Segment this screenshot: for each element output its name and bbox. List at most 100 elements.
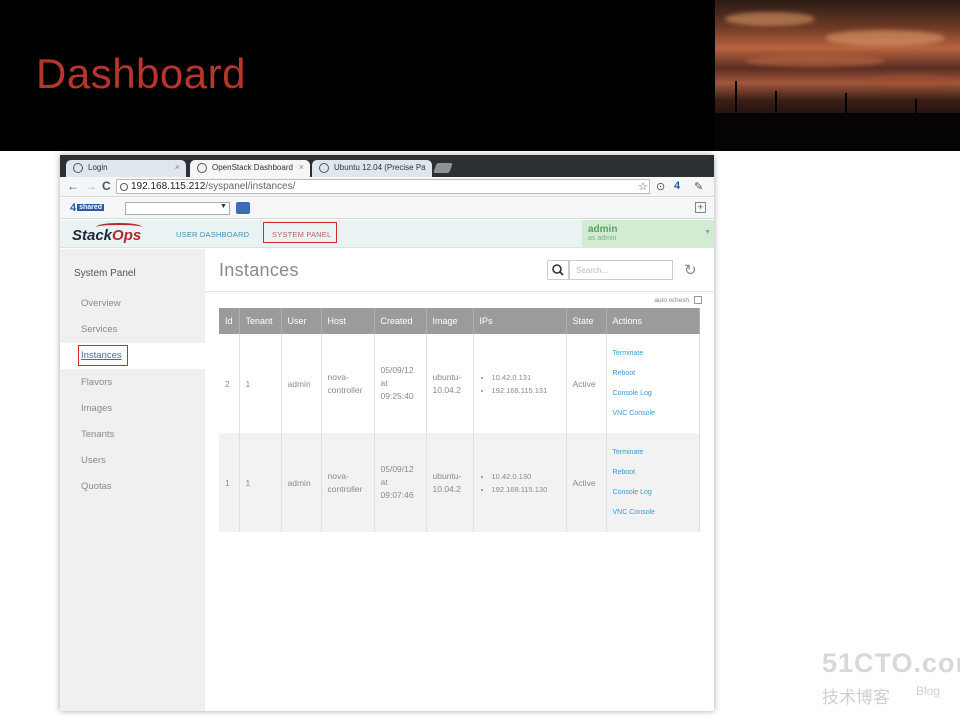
page-icon (120, 183, 128, 191)
tab-label: Login (88, 163, 108, 172)
chevron-down-icon[interactable]: ▼ (220, 203, 227, 210)
tab-label: OpenStack Dashboard (212, 163, 293, 172)
cell-tenant: 1 (239, 433, 282, 532)
ip-address: 192.168.115.131 (492, 384, 560, 397)
column-header[interactable]: Host (321, 308, 375, 334)
url-field[interactable]: 192.168.115.212/syspanel/instances/ (116, 179, 650, 194)
tab-bar: Login × OpenStack Dashboard × Ubuntu 12.… (60, 155, 714, 177)
search-button[interactable] (547, 260, 569, 280)
tab-openstack-dashboard[interactable]: OpenStack Dashboard × (190, 160, 310, 177)
extension-toolbar: 4 shared ▼ + (60, 198, 714, 219)
new-tab-button[interactable] (433, 163, 453, 173)
ip-address: 192.168.115.130 (492, 483, 560, 496)
terminate-link[interactable]: Terminate (613, 344, 693, 364)
wrench-icon[interactable]: ✎ (694, 180, 703, 193)
flag-icon (73, 163, 83, 173)
vnc-console-link[interactable]: VNC Console (613, 503, 693, 523)
page-title: Instances (219, 260, 299, 280)
close-icon[interactable]: × (175, 162, 180, 172)
instances-table: Id Tenant User Host Created Image IPs St… (219, 308, 701, 532)
nav-user-dashboard[interactable]: USER DASHBOARD (176, 230, 249, 239)
column-header[interactable]: State (566, 308, 607, 334)
close-icon[interactable]: × (421, 162, 426, 172)
reload-icon[interactable]: C (102, 179, 111, 193)
highlight-box (263, 222, 337, 243)
cell-image: ubuntu- 10.04.2 (426, 433, 474, 532)
sidebar-item-overview[interactable]: Overview (81, 298, 121, 309)
address-bar: ← → C 192.168.115.212/syspanel/instances… (60, 177, 714, 197)
table-row: 1 1 admin nova- controller 05/09/12 at 0… (219, 433, 701, 532)
globe-icon (319, 163, 329, 173)
ip-address: 10.42.0.131 (492, 371, 560, 384)
sidebar-item-tenants[interactable]: Tenants (81, 429, 114, 440)
search-input[interactable]: Search... (569, 260, 673, 280)
slide: Dashboard Login × OpenStack Dashboard × (0, 0, 960, 720)
cell-user: admin (281, 334, 322, 433)
terminate-link[interactable]: Terminate (613, 443, 693, 463)
user-menu[interactable]: admin as admin ▼ (582, 220, 714, 247)
extension-icon[interactable]: ⊙ (656, 180, 665, 193)
tab-label: Ubuntu 12.04 (Precise Pa (334, 163, 426, 172)
cell-host: nova- controller (321, 433, 375, 532)
slide-header: Dashboard (0, 0, 960, 151)
sidebar-item-instances[interactable]: Instances (81, 350, 122, 361)
sidebar-item-services[interactable]: Services (81, 324, 117, 335)
cell-host: nova- controller (321, 334, 375, 433)
shared-icon[interactable]: 4 (674, 180, 680, 192)
console-log-link[interactable]: Console Log (613, 384, 693, 404)
cell-user: admin (281, 433, 322, 532)
cell-actions: Terminate Reboot Console Log VNC Console (606, 433, 701, 532)
tab-login[interactable]: Login × (66, 160, 186, 177)
sidebar-item-users[interactable]: Users (81, 455, 106, 466)
browser-window: Login × OpenStack Dashboard × Ubuntu 12.… (60, 155, 714, 711)
reboot-link[interactable]: Reboot (613, 364, 693, 384)
column-header: Actions (606, 308, 701, 334)
chevron-down-icon[interactable]: ▼ (704, 229, 711, 236)
tab-ubuntu[interactable]: Ubuntu 12.04 (Precise Pa × (312, 160, 432, 177)
reboot-link[interactable]: Reboot (613, 463, 693, 483)
back-icon[interactable]: ← (67, 179, 79, 193)
column-header[interactable]: Created (374, 308, 427, 334)
search-icon (552, 264, 564, 276)
sidebar: System Panel Overview Services Instances… (60, 249, 205, 711)
4shared-logo[interactable]: 4 shared (70, 202, 105, 214)
url-path: /syspanel/instances/ (205, 181, 296, 192)
table-header-row: Id Tenant User Host Created Image IPs St… (219, 308, 701, 334)
plus-icon[interactable]: + (695, 202, 706, 213)
cell-created: 05/09/12 at 09:25:40 (374, 334, 427, 433)
user-role: as admin (588, 235, 617, 242)
column-header[interactable]: Tenant (239, 308, 282, 334)
column-header[interactable]: Id (219, 308, 240, 334)
url-host: 192.168.115.212 (131, 181, 206, 192)
cell-created: 05/09/12 at 09:07:46 (374, 433, 427, 532)
ip-address: 10.42.0.130 (492, 470, 560, 483)
sidebar-item-flavors[interactable]: Flavors (81, 377, 112, 388)
column-header[interactable]: Image (426, 308, 474, 334)
cell-id: 1 (219, 433, 240, 532)
refresh-icon[interactable]: ↻ (684, 261, 697, 279)
forward-icon[interactable]: → (85, 179, 97, 193)
sidebar-item-quotas[interactable]: Quotas (81, 481, 112, 492)
vnc-console-link[interactable]: VNC Console (613, 404, 693, 424)
star-icon[interactable]: ☆ (638, 180, 648, 193)
cell-actions: Terminate Reboot Console Log VNC Console (606, 334, 701, 433)
column-header[interactable]: IPs (473, 308, 567, 334)
sidebar-title: System Panel (74, 268, 136, 279)
app-header: StackOps USER DASHBOARD SYSTEM PANEL adm… (60, 220, 714, 248)
toolbar-search-input[interactable] (125, 202, 230, 215)
console-log-link[interactable]: Console Log (613, 483, 693, 503)
stackops-logo[interactable]: StackOps (72, 227, 141, 244)
sidebar-item-images[interactable]: Images (81, 403, 112, 414)
toolbar-button[interactable] (236, 202, 250, 214)
auto-refresh-checkbox[interactable] (694, 296, 702, 304)
cell-state: Active (566, 334, 607, 433)
sunset-photo (715, 0, 960, 151)
cell-state: Active (566, 433, 607, 532)
column-header[interactable]: User (281, 308, 322, 334)
auto-refresh-label: auto refresh (654, 297, 689, 304)
close-icon[interactable]: × (299, 162, 304, 172)
table-row: 2 1 admin nova- controller 05/09/12 at 0… (219, 334, 701, 433)
cell-id: 2 (219, 334, 240, 433)
watermark-subtitle: 技术博客 (822, 688, 890, 708)
slide-title: Dashboard (36, 50, 246, 97)
